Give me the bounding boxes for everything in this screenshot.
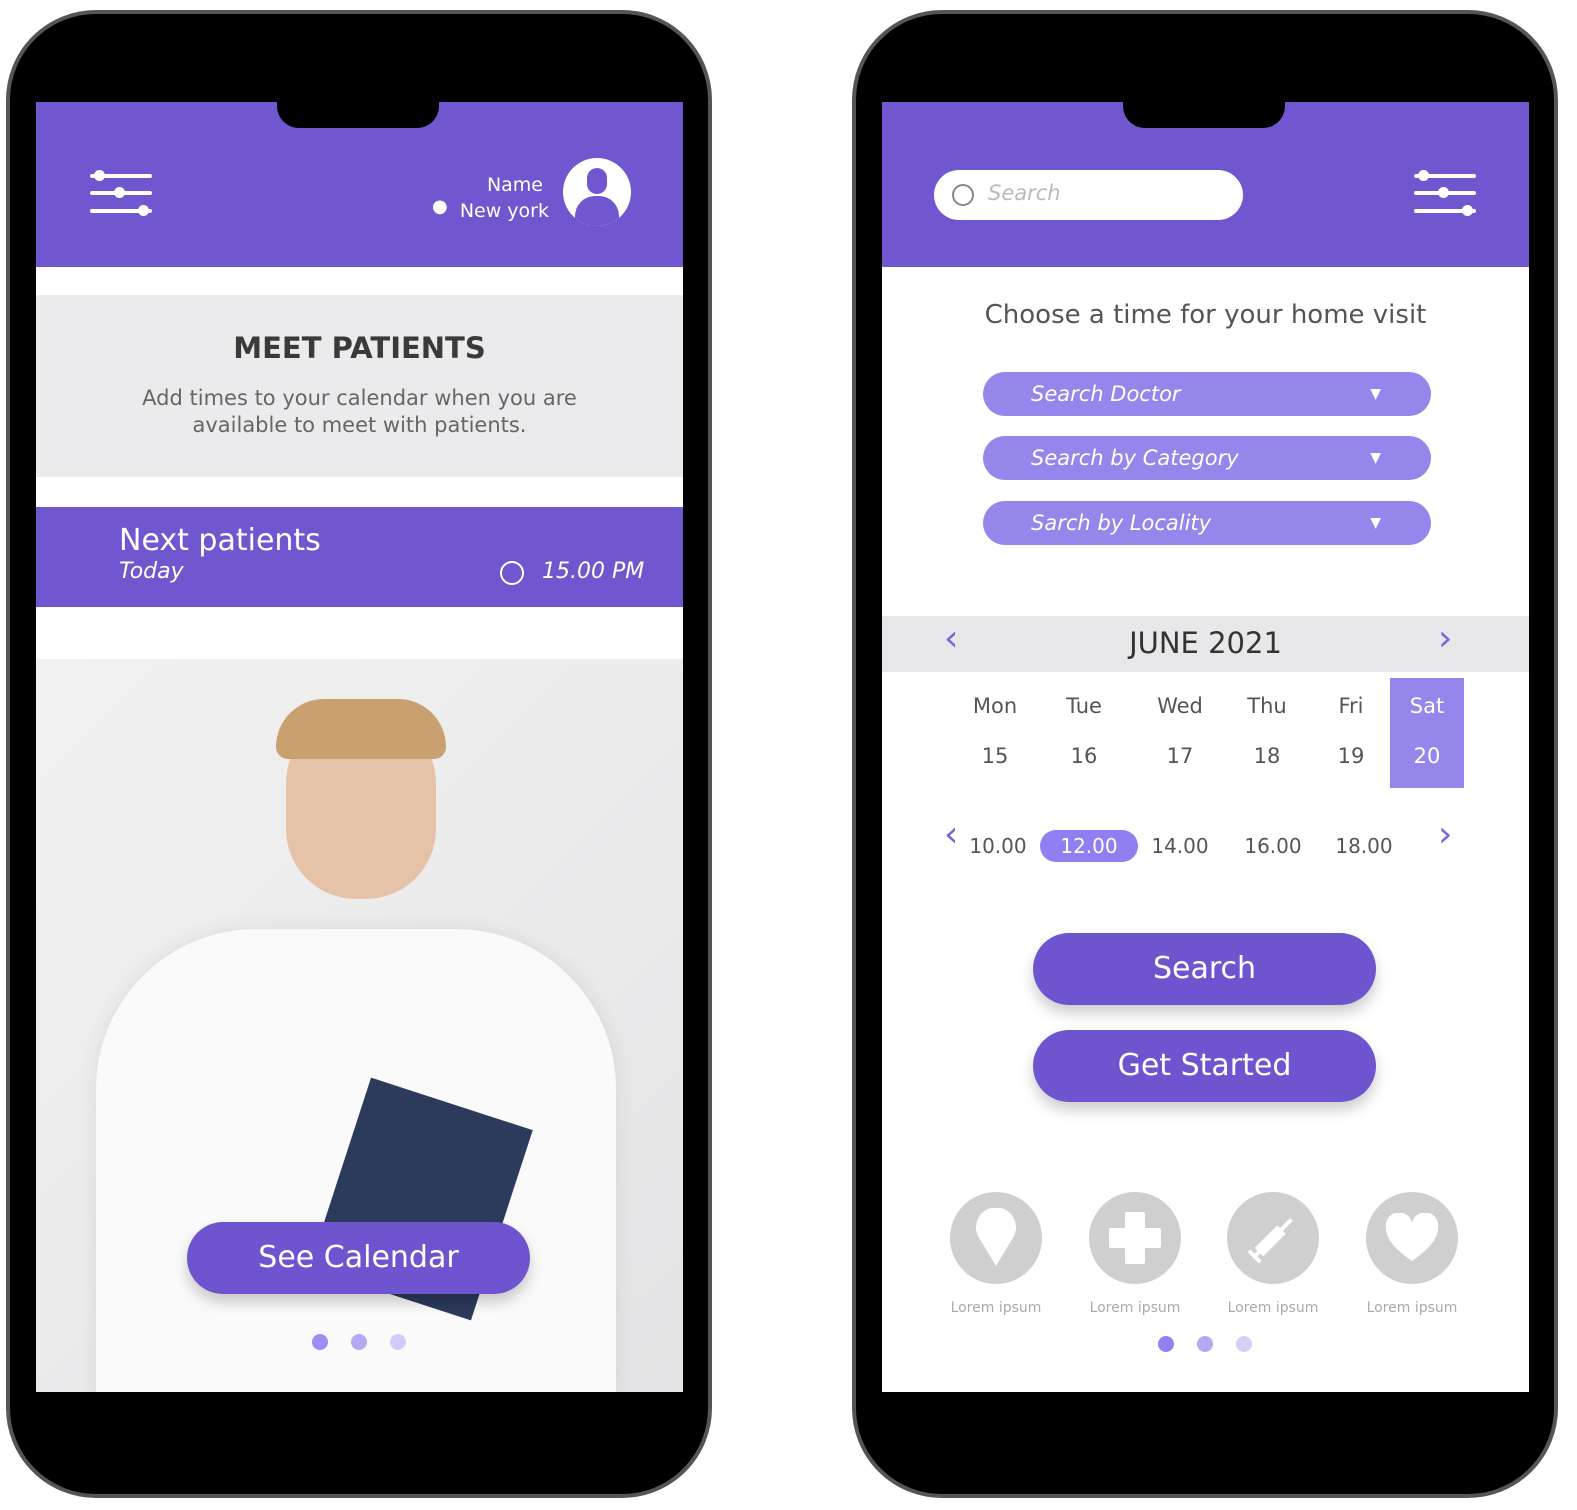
next-patients-time: 15.00 PM bbox=[542, 559, 645, 584]
next-patients-card[interactable]: Next patients Today 15.00 PM bbox=[36, 507, 683, 607]
doctor-hair bbox=[276, 699, 446, 759]
day-name: Tue bbox=[1066, 694, 1102, 718]
caret-down-icon: ▼ bbox=[1370, 515, 1381, 531]
filter-sliders-icon[interactable] bbox=[1414, 170, 1476, 218]
description-line: Add times to your calendar when you are bbox=[142, 386, 577, 410]
day-date[interactable]: 17 bbox=[1143, 744, 1217, 768]
right-screen: Search Choose a time for your home visit… bbox=[882, 102, 1529, 1392]
left-phone-frame: Name ● New york MEET PATIENTS Add times … bbox=[6, 10, 712, 1498]
day-name: Wed bbox=[1157, 694, 1203, 718]
meet-patients-description: Add times to your calendar when you are … bbox=[36, 385, 683, 439]
time-slot[interactable]: 12.00 bbox=[1040, 830, 1138, 862]
location-pin-icon bbox=[950, 1192, 1042, 1284]
next-patients-day: Today bbox=[119, 559, 184, 584]
month-bar: ‹ JUNE 2021 › bbox=[882, 616, 1529, 672]
clock-icon bbox=[500, 561, 524, 585]
left-screen: Name ● New york MEET PATIENTS Add times … bbox=[36, 102, 683, 1392]
day-name: Sat bbox=[1409, 694, 1445, 718]
feature-vaccine[interactable]: Lorem ipsum bbox=[1213, 1192, 1333, 1316]
search-category-dropdown[interactable]: Search by Category ▼ bbox=[983, 436, 1431, 480]
search-doctor-dropdown[interactable]: Search Doctor ▼ bbox=[983, 372, 1431, 416]
avatar-body-icon bbox=[575, 196, 619, 226]
feature-medical[interactable]: Lorem ipsum bbox=[1075, 1192, 1195, 1316]
meet-patients-panel: MEET PATIENTS Add times to your calendar… bbox=[36, 295, 683, 477]
user-name: Name bbox=[486, 174, 543, 196]
day-name: Mon bbox=[972, 694, 1018, 718]
dropdown-label: Search by Category bbox=[1031, 446, 1239, 470]
day-date[interactable]: 18 bbox=[1230, 744, 1304, 768]
time-slot[interactable]: 16.00 bbox=[1224, 830, 1322, 862]
notch bbox=[277, 102, 439, 128]
feature-label: Lorem ipsum bbox=[1227, 1300, 1319, 1316]
next-times-chevron-icon[interactable]: › bbox=[1438, 814, 1452, 855]
pager-dot[interactable] bbox=[1236, 1336, 1252, 1352]
dropdown-label: Search Doctor bbox=[1031, 382, 1181, 406]
search-icon bbox=[952, 184, 974, 206]
visit-heading: Choose a time for your home visit bbox=[984, 300, 1427, 330]
feature-label: Lorem ipsum bbox=[950, 1300, 1042, 1316]
day-date[interactable]: 16 bbox=[1047, 744, 1121, 768]
user-location: New york bbox=[459, 200, 549, 222]
pager-dot-active[interactable] bbox=[1158, 1336, 1174, 1352]
search-locality-dropdown[interactable]: Sarch by Locality ▼ bbox=[983, 501, 1431, 545]
day-date[interactable]: 20 bbox=[1390, 744, 1464, 768]
feature-label: Lorem ipsum bbox=[1089, 1300, 1181, 1316]
day-name: Thu bbox=[1247, 694, 1287, 718]
get-started-button[interactable]: Get Started bbox=[1033, 1030, 1376, 1102]
syringe-icon bbox=[1227, 1192, 1319, 1284]
day-date[interactable]: 19 bbox=[1314, 744, 1388, 768]
see-calendar-button[interactable]: See Calendar bbox=[187, 1222, 530, 1294]
notch bbox=[1123, 102, 1285, 128]
caret-down-icon: ▼ bbox=[1370, 450, 1381, 466]
pager-dot[interactable] bbox=[351, 1334, 367, 1350]
heart-icon bbox=[1366, 1192, 1458, 1284]
search-input[interactable]: Search bbox=[934, 170, 1243, 220]
pager-dot[interactable] bbox=[1197, 1336, 1213, 1352]
filter-sliders-icon[interactable] bbox=[90, 170, 152, 218]
day-date[interactable]: 15 bbox=[958, 744, 1032, 768]
time-slot[interactable]: 18.00 bbox=[1315, 830, 1413, 862]
right-phone-frame: Search Choose a time for your home visit… bbox=[852, 10, 1558, 1498]
time-slot[interactable]: 10.00 bbox=[949, 830, 1047, 862]
search-placeholder: Search bbox=[988, 181, 1061, 205]
next-month-chevron-icon[interactable]: › bbox=[1438, 618, 1452, 659]
pager-dot[interactable] bbox=[390, 1334, 406, 1350]
feature-location[interactable]: Lorem ipsum bbox=[936, 1192, 1056, 1316]
month-label: JUNE 2021 bbox=[1129, 626, 1282, 660]
day-name: Fri bbox=[1338, 694, 1364, 718]
feature-heart[interactable]: Lorem ipsum bbox=[1352, 1192, 1472, 1316]
avatar[interactable] bbox=[563, 158, 631, 226]
meet-patients-title: MEET PATIENTS bbox=[233, 331, 486, 365]
dropdown-label: Sarch by Locality bbox=[1031, 511, 1212, 535]
time-slot[interactable]: 14.00 bbox=[1131, 830, 1229, 862]
pager-dot-active[interactable] bbox=[312, 1334, 328, 1350]
avatar-head-icon bbox=[587, 168, 607, 194]
description-line: available to meet with patients. bbox=[192, 413, 527, 437]
medical-cross-icon bbox=[1089, 1192, 1181, 1284]
feature-label: Lorem ipsum bbox=[1366, 1300, 1458, 1316]
caret-down-icon: ▼ bbox=[1370, 386, 1381, 402]
search-button[interactable]: Search bbox=[1033, 933, 1376, 1005]
next-patients-title: Next patients bbox=[119, 523, 321, 558]
location-pin-icon: ● bbox=[432, 196, 448, 217]
